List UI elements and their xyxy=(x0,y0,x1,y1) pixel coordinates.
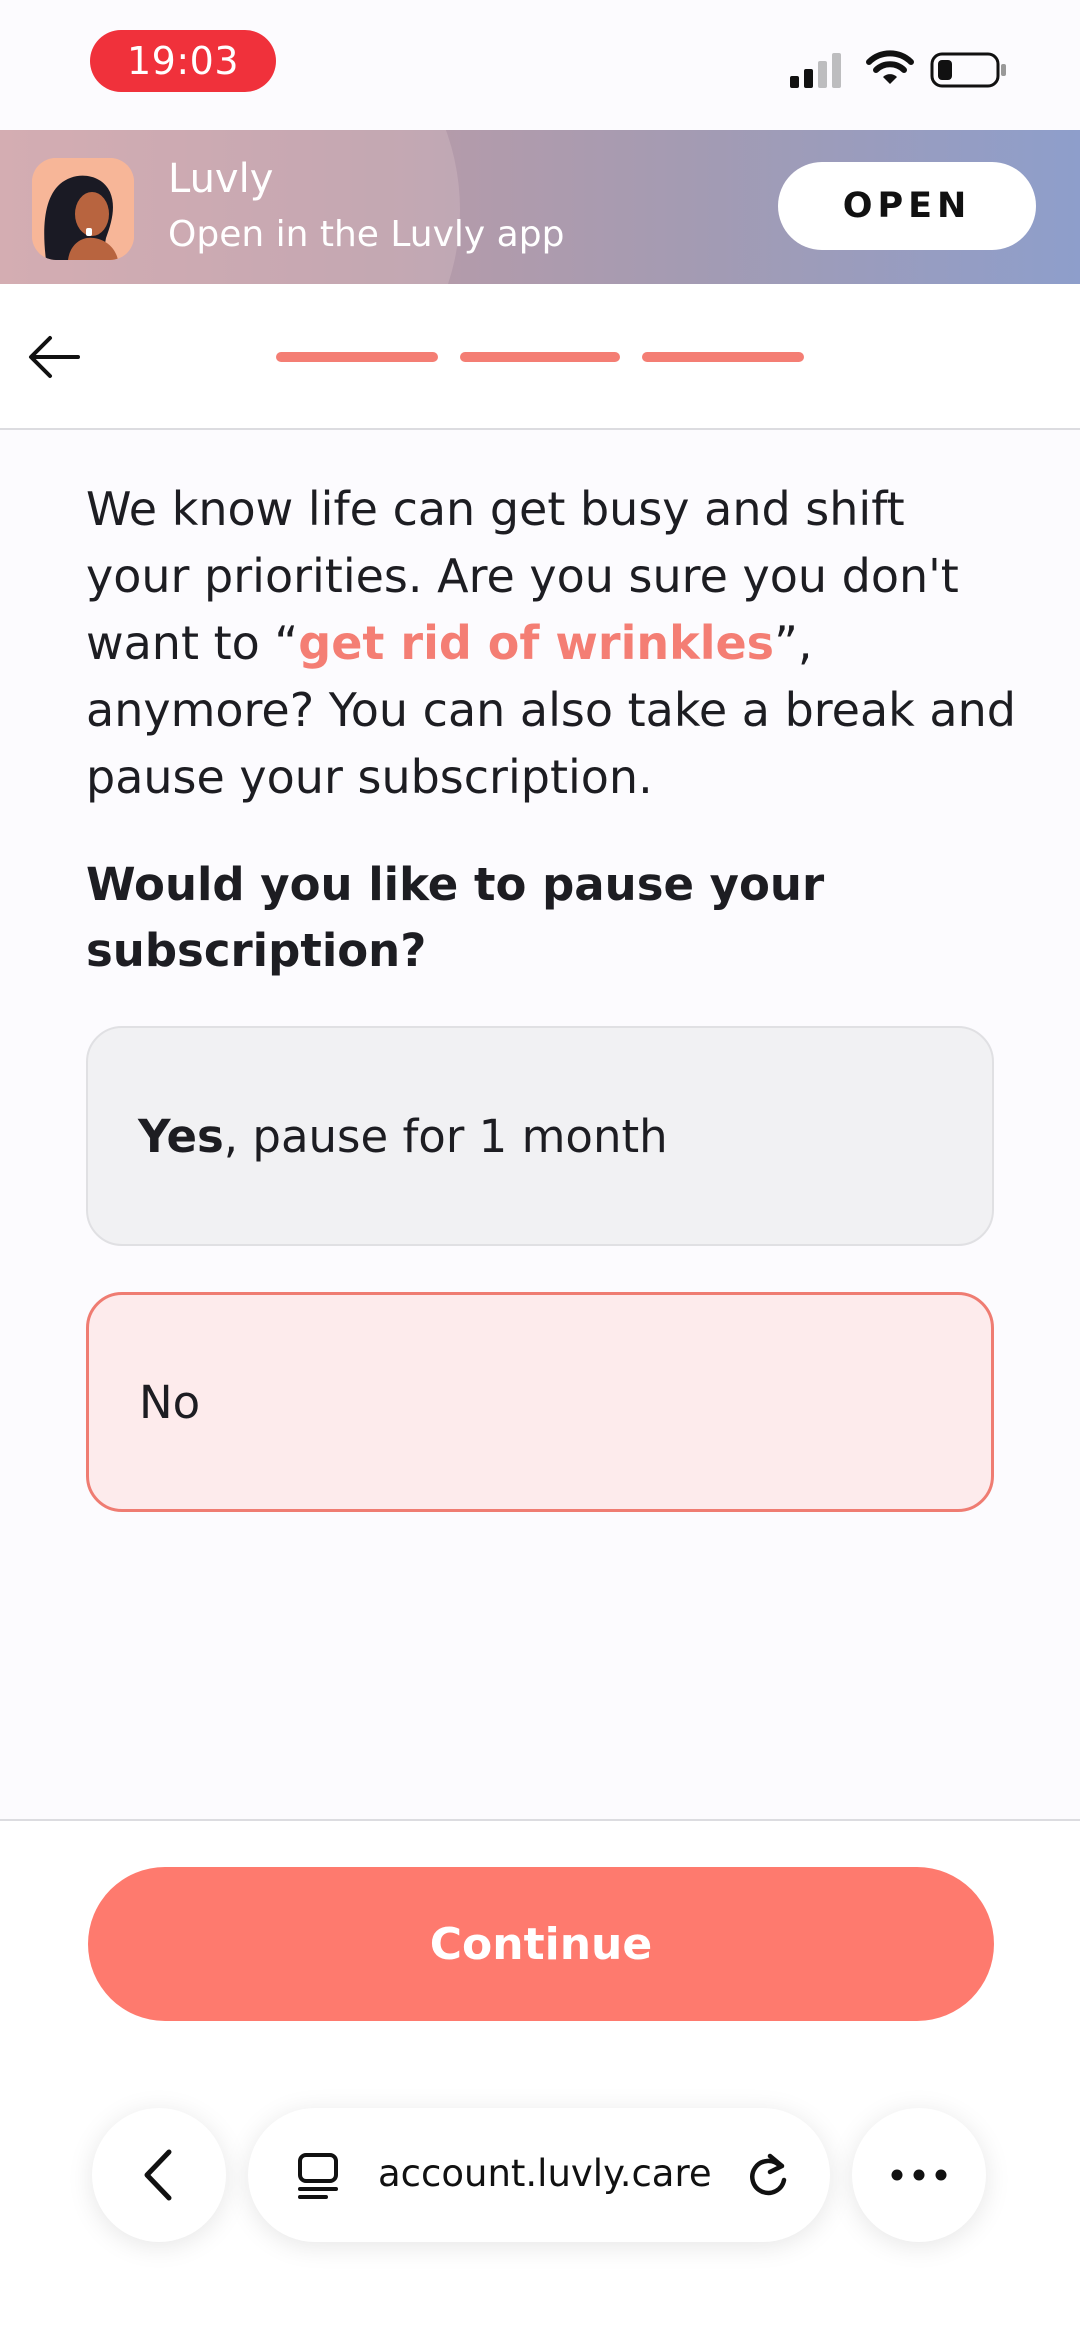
option-no[interactable]: No xyxy=(86,1292,994,1512)
option-yes-pause[interactable]: Yes, pause for 1 month xyxy=(86,1026,994,1246)
continue-button[interactable]: Continue xyxy=(88,1867,994,2021)
more-options-button[interactable] xyxy=(852,2108,986,2242)
back-arrow-icon[interactable] xyxy=(26,332,82,382)
browser-toolbar: account.luvly.care xyxy=(0,2090,1080,2336)
app-open-banner: Luvly Open in the Luvly app OPEN xyxy=(0,130,1080,284)
url-text: account.luvly.care xyxy=(378,2152,712,2195)
status-time: 19:03 xyxy=(90,30,276,92)
option-yes-bold: Yes xyxy=(138,1109,224,1163)
progress-step-3 xyxy=(642,352,804,362)
status-bar: 19:03 xyxy=(0,0,1080,130)
pause-message: We know life can get busy and shift your… xyxy=(86,476,1016,811)
banner-subtitle: Open in the Luvly app xyxy=(168,214,565,255)
luvly-app-icon xyxy=(32,158,134,260)
more-icon xyxy=(891,2169,947,2181)
progress-step-1 xyxy=(276,352,438,362)
page-header xyxy=(0,284,1080,430)
open-app-button[interactable]: OPEN xyxy=(778,162,1036,250)
progress-step-2 xyxy=(460,352,620,362)
banner-app-name: Luvly xyxy=(168,156,274,202)
option-no-text: No xyxy=(139,1375,201,1429)
option-yes-text: , pause for 1 month xyxy=(223,1109,668,1163)
page-menu-icon[interactable] xyxy=(296,2152,340,2200)
chevron-left-icon xyxy=(144,2149,172,2201)
cellular-signal-icon xyxy=(790,53,841,88)
reload-icon[interactable] xyxy=(744,2150,792,2200)
wifi-icon xyxy=(866,50,914,84)
address-bar[interactable]: account.luvly.care xyxy=(248,2108,830,2242)
browser-back-button[interactable] xyxy=(92,2108,226,2242)
battery-icon xyxy=(930,52,1006,88)
goal-highlight: get rid of wrinkles xyxy=(298,616,775,670)
pause-question: Would you like to pause your subscriptio… xyxy=(86,858,825,977)
